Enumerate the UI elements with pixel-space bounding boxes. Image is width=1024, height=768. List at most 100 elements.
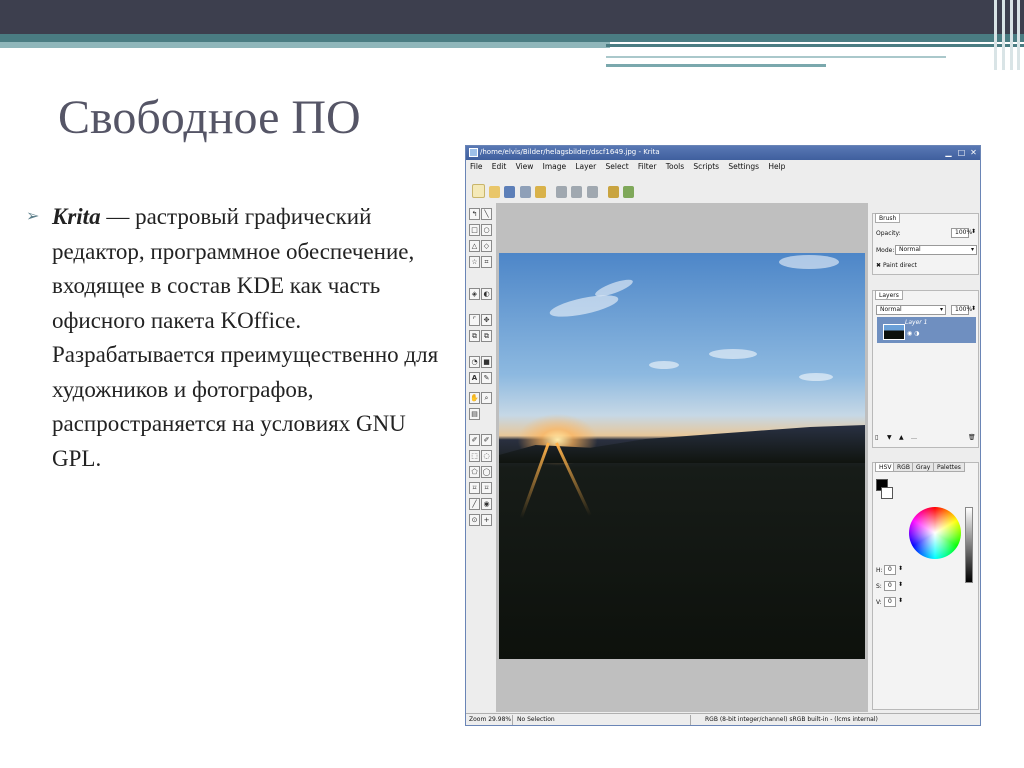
contiguous-select-icon[interactable]: ⌑ [481,482,492,494]
header-stripe [606,56,946,58]
duplicate-tool-icon[interactable]: ⧉ [469,330,480,342]
layer-opacity-spinbox[interactable]: 100% [951,305,972,315]
minimize-icon[interactable]: ▁ [943,147,954,158]
line-tool-icon[interactable]: ╲ [481,208,492,220]
pan-tool-icon[interactable]: ✋ [469,392,480,404]
layer-mode-value: Normal [880,306,902,313]
chevron-down-icon: ▾ [970,246,974,253]
pick-layer-icon[interactable]: ⊙ [469,514,480,526]
header-stripe [606,44,1024,47]
s-spinbox[interactable]: 0 [884,581,896,591]
menu-select[interactable]: Select [606,161,629,173]
magic-wand-icon[interactable]: ⌑ [469,482,480,494]
color-fill-icon[interactable]: ■ [481,356,492,368]
perspective-tool-icon[interactable]: ⌗ [481,256,492,268]
value-slider[interactable] [965,507,973,583]
background-color-swatch[interactable] [881,487,893,499]
export-icon[interactable] [534,186,546,198]
v-label: V: [876,599,882,606]
opacity-spinbox[interactable]: 100% [951,228,972,238]
hsv-color-wheel[interactable] [909,507,961,559]
fill-tool-icon[interactable]: ◈ [469,288,480,300]
clone-tool-icon[interactable]: ⧉ [481,330,492,342]
zoom-out-icon[interactable] [623,186,635,198]
spin-arrows-icon[interactable]: ⬍ [971,228,976,235]
new-layer-icon[interactable]: ▯ [875,434,878,441]
color-picker-icon[interactable]: ◔ [469,356,480,368]
menu-settings[interactable]: Settings [728,161,759,173]
menu-layer[interactable]: Layer [575,161,596,173]
text-tool-icon[interactable]: A [469,372,480,384]
brush-tool-icon[interactable]: ✎ [481,372,492,384]
polygon-select-icon[interactable]: ⬠ [469,466,480,478]
layer-mode-select[interactable]: Normal ▾ [876,305,946,315]
menu-view[interactable]: View [516,161,534,173]
tab-gray[interactable]: Gray [912,462,935,472]
spin-arrows-icon[interactable]: ⬍ [898,581,903,588]
paint-direct-checkbox[interactable]: ✖ Paint direct [876,262,917,269]
opacity-label: Opacity: [876,230,901,237]
path-select-icon[interactable]: ╱ [469,498,480,510]
tab-palettes[interactable]: Palettes [933,462,965,472]
brush-panel: Brush Opacity: 100% ⬍ Mode: Normal ▾ ✖ Pa… [872,213,979,275]
layer-up-icon[interactable]: ▲ [899,434,904,441]
spin-arrows-icon[interactable]: ⬍ [971,305,976,312]
close-icon[interactable]: ✕ [968,147,979,158]
tab-layers[interactable]: Layers [875,290,903,300]
polyline-tool-icon[interactable]: ◇ [481,240,492,252]
mode-select[interactable]: Normal ▾ [895,245,977,255]
canvas-area[interactable] [496,203,868,712]
menu-tools[interactable]: Tools [666,161,684,173]
menu-filter[interactable]: Filter [638,161,657,173]
cut-icon[interactable] [586,186,598,198]
menu-image[interactable]: Image [543,161,567,173]
undo-icon[interactable] [556,186,568,198]
tab-brush[interactable]: Brush [875,213,901,223]
new-document-icon[interactable] [472,184,485,198]
layer-down-icon[interactable]: ▼ [887,434,892,441]
rectangle-tool-icon[interactable]: □ [469,224,480,236]
layer-properties-icon[interactable]: … [911,434,917,441]
ellipse-select-icon[interactable]: ◌ [481,450,492,462]
eraser-select-icon[interactable]: ✐ [481,434,492,446]
spin-arrows-icon[interactable]: ⬍ [898,565,903,572]
open-folder-icon[interactable] [489,186,501,198]
window-title: /home/elvis/Bilder/helagsbilder/dscf1649… [480,148,660,156]
menu-edit[interactable]: Edit [492,161,507,173]
zoom-tool-icon[interactable]: ⌕ [481,392,492,404]
bezier-select-icon[interactable]: ◉ [481,498,492,510]
crop-tool-icon[interactable]: ⌜ [469,314,480,326]
print-icon[interactable] [519,186,531,198]
bullet-term: Krita [52,204,101,229]
select-brush-icon[interactable]: ✐ [469,434,480,446]
tab-rgb[interactable]: RGB [893,462,914,472]
ellipse-tool-icon[interactable]: ○ [481,224,492,236]
menu-help[interactable]: Help [768,161,785,173]
zoom-in-icon[interactable] [607,186,619,198]
measure-tool-icon[interactable]: ▤ [469,408,480,420]
star-tool-icon[interactable]: ☆ [469,256,480,268]
h-spinbox[interactable]: 0 [884,565,896,575]
visibility-icon[interactable]: ◉ ◑ [907,330,919,337]
spin-arrows-icon[interactable]: ⬍ [898,597,903,604]
move-tool-icon[interactable]: ✥ [481,314,492,326]
menu-scripts[interactable]: Scripts [693,161,719,173]
outline-select-icon[interactable]: ◯ [481,466,492,478]
select-add-icon[interactable]: + [481,514,492,526]
layer-item[interactable]: Layer 1 ◉ ◑ [877,317,976,343]
menu-file[interactable]: File [470,161,483,173]
save-icon[interactable] [504,186,516,198]
delete-layer-icon[interactable]: 🗑 [968,434,976,441]
polygon-tool-icon[interactable]: △ [469,240,480,252]
gradient-tool-icon[interactable]: ◐ [481,288,492,300]
header-stripe [0,42,610,48]
layer-buttons: ▯ ▼ ▲ … 🗑 [875,433,976,445]
redo-icon[interactable] [571,186,583,198]
cloud [709,349,757,359]
slide-body-text: Krita — растровый графический редактор, … [52,200,447,476]
v-spinbox[interactable]: 0 [884,597,896,607]
transform-tool-icon[interactable]: ↰ [469,208,480,220]
rect-select-icon[interactable]: ⬚ [469,450,480,462]
maximize-icon[interactable]: □ [956,147,967,158]
chevron-down-icon: ▾ [939,306,943,313]
